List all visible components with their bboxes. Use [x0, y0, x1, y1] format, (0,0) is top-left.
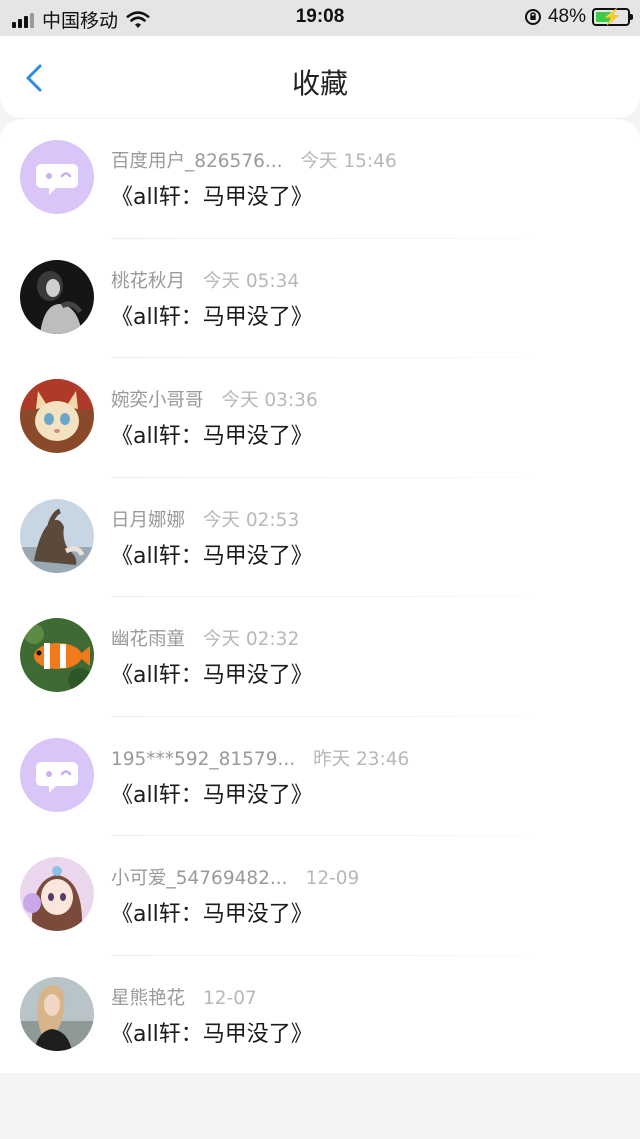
- username: 星熊艳花: [111, 987, 186, 1009]
- username: 幽花雨童: [111, 629, 186, 650]
- timestamp: 今天 05:34: [203, 270, 300, 292]
- default-avatar[interactable]: [20, 737, 94, 812]
- favorite-title[interactable]: 《all轩：马甲没了》: [111, 179, 313, 211]
- list-item[interactable]: 小可爱_54769482... 12-09 《all轩：马甲没了》: [0, 836, 640, 956]
- battery-percent: 48%: [547, 6, 586, 27]
- username: 百度用户_826576...: [111, 151, 283, 172]
- favorites-list: 百度用户_826576... 今天 15:46 《all轩：马甲没了》 桃花秋月今…: [0, 119, 640, 1073]
- clownfish-avatar[interactable]: [20, 618, 94, 692]
- page-title: 收藏: [291, 67, 348, 100]
- anime-girl-avatar[interactable]: [20, 857, 94, 931]
- list-item[interactable]: 星熊艳花 12-07 《all轩：马甲没了》: [0, 956, 640, 1076]
- timestamp: 12-07: [203, 987, 257, 1009]
- list-item[interactable]: 195***592_81579... 昨天 23:46 《all轩：马甲没了》: [0, 717, 640, 836]
- cat-avatar[interactable]: [20, 498, 94, 573]
- favorite-title[interactable]: 《all轩：马甲没了》: [111, 538, 313, 570]
- timestamp: 昨天 23:46: [313, 748, 410, 770]
- favorite-title[interactable]: 《all轩：马甲没了》: [111, 1016, 313, 1048]
- list-item[interactable]: 百度用户_826576... 今天 15:46 《all轩：马甲没了》: [0, 119, 640, 239]
- timestamp: 今天 02:53: [203, 509, 300, 531]
- list-item[interactable]: 桃花秋月 今天 05:34 《all轩：马甲没了》: [0, 239, 640, 358]
- timestamp: 12-09: [305, 868, 360, 889]
- favorite-title[interactable]: 《all轩：马甲没了》: [111, 418, 313, 450]
- favorite-title[interactable]: 《all轩：马甲没了》: [111, 896, 313, 928]
- favorite-title[interactable]: 《all轩：马甲没了》: [111, 299, 313, 331]
- list-item[interactable]: 日月娜娜 今天 02:53 《all轩：马甲没了》: [0, 478, 640, 597]
- timestamp: 今天 02:32: [203, 629, 300, 650]
- battery-icon: ⚡: [592, 8, 633, 26]
- photo-avatar[interactable]: [20, 259, 94, 334]
- status-bar: 中国移动 19:08 48% ⚡: [0, 0, 640, 36]
- timestamp: 今天 03:36: [221, 390, 318, 411]
- navigation-bar: 收藏: [0, 36, 640, 118]
- username: 日月娜娜: [111, 509, 186, 531]
- username: 195***592_81579...: [111, 748, 296, 770]
- list-item[interactable]: 婉奕小哥哥 今天 03:36 《all轩：马甲没了》: [0, 358, 640, 478]
- timestamp: 今天 15:46: [300, 151, 397, 172]
- default-avatar[interactable]: [20, 140, 94, 214]
- username: 桃花秋月: [111, 270, 186, 292]
- favorite-title[interactable]: 《all轩：马甲没了》: [111, 777, 313, 809]
- cat-avatar[interactable]: [20, 379, 94, 453]
- username: 婉奕小哥哥: [111, 390, 204, 411]
- username: 小可爱_54769482...: [111, 868, 288, 889]
- rotation-lock-icon: [524, 9, 541, 25]
- list-item[interactable]: 幽花雨童 今天 02:32 《all轩：马甲没了》: [0, 597, 640, 717]
- favorite-title[interactable]: 《all轩：马甲没了》: [111, 657, 313, 689]
- photo-avatar[interactable]: [20, 976, 94, 1051]
